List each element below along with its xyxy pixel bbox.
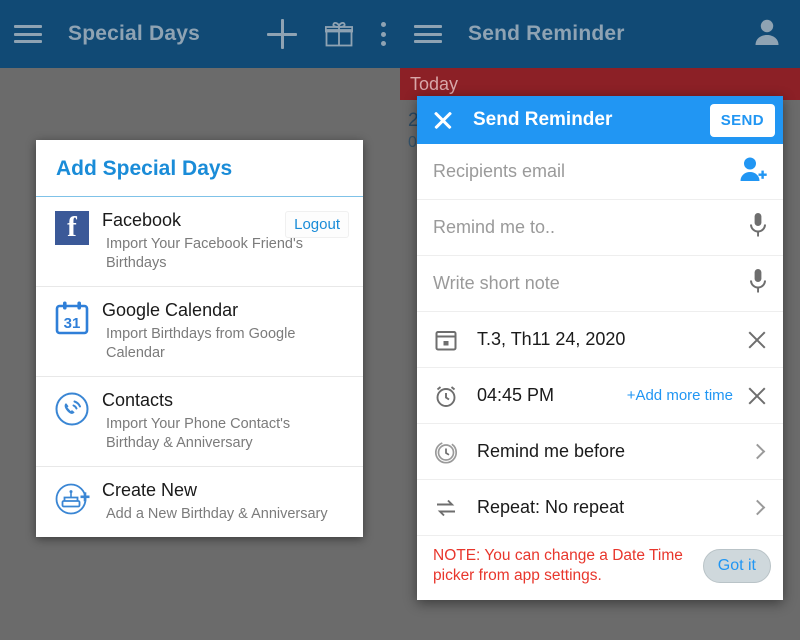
option-text-block: Create New Add a New Birthday & Annivers… bbox=[94, 479, 349, 524]
three-dots-icon[interactable] bbox=[381, 22, 386, 46]
page-title: Send Reminder bbox=[468, 22, 625, 45]
option-description: Add a New Birthday & Anniversary bbox=[106, 506, 328, 522]
person-icon[interactable] bbox=[754, 18, 780, 51]
clear-date-icon[interactable] bbox=[747, 330, 767, 350]
option-description: Import Birthdays from Google Calendar bbox=[106, 326, 296, 361]
option-google-calendar[interactable]: 31 Google Calendar Import Birthdays from… bbox=[36, 287, 363, 377]
option-description: Import Your Facebook Friend's Birthdays bbox=[106, 236, 304, 271]
send-button[interactable]: SEND bbox=[709, 103, 775, 137]
send-reminder-dialog: Send Reminder SEND Recipients email Remi… bbox=[417, 96, 783, 600]
date-value[interactable]: T.3, Th11 24, 2020 bbox=[477, 329, 747, 350]
facebook-icon: f bbox=[50, 209, 94, 273]
remind-me-before-row[interactable]: Remind me before bbox=[417, 424, 783, 480]
remind-me-to-input[interactable]: Remind me to.. bbox=[433, 217, 749, 238]
right-panel-send-reminder: Send Reminder Today 2 0 Send Reminder SE… bbox=[400, 0, 800, 640]
remind-me-before-label: Remind me before bbox=[477, 441, 626, 461]
repeat-icon bbox=[433, 497, 459, 519]
option-text-block: Google Calendar Import Birthdays from Go… bbox=[94, 299, 349, 363]
option-name: Create New bbox=[102, 480, 198, 500]
cake-plus-icon bbox=[50, 479, 94, 524]
right-appbar: Send Reminder bbox=[400, 0, 800, 68]
plus-icon[interactable] bbox=[267, 19, 297, 49]
contacts-phone-icon bbox=[50, 389, 94, 453]
option-name: Contacts bbox=[102, 390, 174, 410]
dialog-title: Add Special Days bbox=[36, 140, 363, 197]
option-create-new[interactable]: Create New Add a New Birthday & Annivers… bbox=[36, 467, 363, 537]
chevron-right-icon[interactable] bbox=[749, 443, 766, 460]
alarm-clock-icon bbox=[433, 384, 459, 408]
time-value[interactable]: 04:45 PM bbox=[477, 385, 627, 406]
left-panel-special-days: Special Days Add Special Days f Facebook… bbox=[0, 0, 400, 640]
dual-screenshot-container: Special Days Add Special Days f Facebook… bbox=[0, 0, 800, 640]
remind-me-to-row[interactable]: Remind me to.. bbox=[417, 200, 783, 256]
gift-icon[interactable] bbox=[324, 21, 354, 47]
add-special-days-dialog: Add Special Days f Facebook Import Your … bbox=[36, 140, 363, 537]
option-contacts[interactable]: Contacts Import Your Phone Contact's Bir… bbox=[36, 377, 363, 467]
svg-text:31: 31 bbox=[64, 315, 81, 332]
left-appbar: Special Days bbox=[0, 0, 400, 68]
microphone-icon[interactable] bbox=[749, 212, 767, 243]
behind-text-line2: 0 bbox=[408, 134, 417, 151]
microphone-icon[interactable] bbox=[749, 268, 767, 299]
add-more-time-link[interactable]: +Add more time bbox=[627, 387, 733, 404]
google-calendar-icon: 31 bbox=[50, 299, 94, 363]
logout-button[interactable]: Logout bbox=[285, 211, 349, 238]
time-row[interactable]: 04:45 PM +Add more time bbox=[417, 368, 783, 424]
dialog-title: Send Reminder bbox=[473, 109, 613, 130]
option-name: Google Calendar bbox=[102, 300, 239, 320]
clear-time-icon[interactable] bbox=[747, 386, 767, 406]
recipients-email-row[interactable]: Recipients email bbox=[417, 144, 783, 200]
add-person-icon[interactable] bbox=[739, 156, 767, 187]
repeat-label: Repeat: No repeat bbox=[477, 497, 625, 517]
option-facebook[interactable]: f Facebook Import Your Facebook Friend's… bbox=[36, 197, 363, 287]
dialog-header: Send Reminder SEND bbox=[417, 96, 783, 144]
facebook-glyph: f bbox=[55, 211, 89, 245]
note-banner: NOTE: You can change a Date Time picker … bbox=[417, 536, 783, 600]
recipients-email-input[interactable]: Recipients email bbox=[433, 161, 739, 182]
repeat-row[interactable]: Repeat: No repeat bbox=[417, 480, 783, 536]
option-text-block: Contacts Import Your Phone Contact's Bir… bbox=[94, 389, 349, 453]
short-note-row[interactable]: Write short note bbox=[417, 256, 783, 312]
history-clock-icon bbox=[433, 440, 459, 464]
got-it-button[interactable]: Got it bbox=[702, 549, 771, 583]
calendar-icon bbox=[433, 329, 459, 351]
date-row[interactable]: T.3, Th11 24, 2020 bbox=[417, 312, 783, 368]
short-note-input[interactable]: Write short note bbox=[433, 273, 749, 294]
page-title: Special Days bbox=[68, 22, 200, 45]
chevron-right-icon[interactable] bbox=[749, 499, 766, 516]
note-text: NOTE: You can change a Date Time picker … bbox=[433, 547, 683, 584]
hamburger-icon[interactable] bbox=[414, 24, 442, 44]
option-description: Import Your Phone Contact's Birthday & A… bbox=[106, 416, 291, 451]
close-icon[interactable] bbox=[433, 110, 453, 130]
hamburger-icon[interactable] bbox=[14, 24, 42, 44]
